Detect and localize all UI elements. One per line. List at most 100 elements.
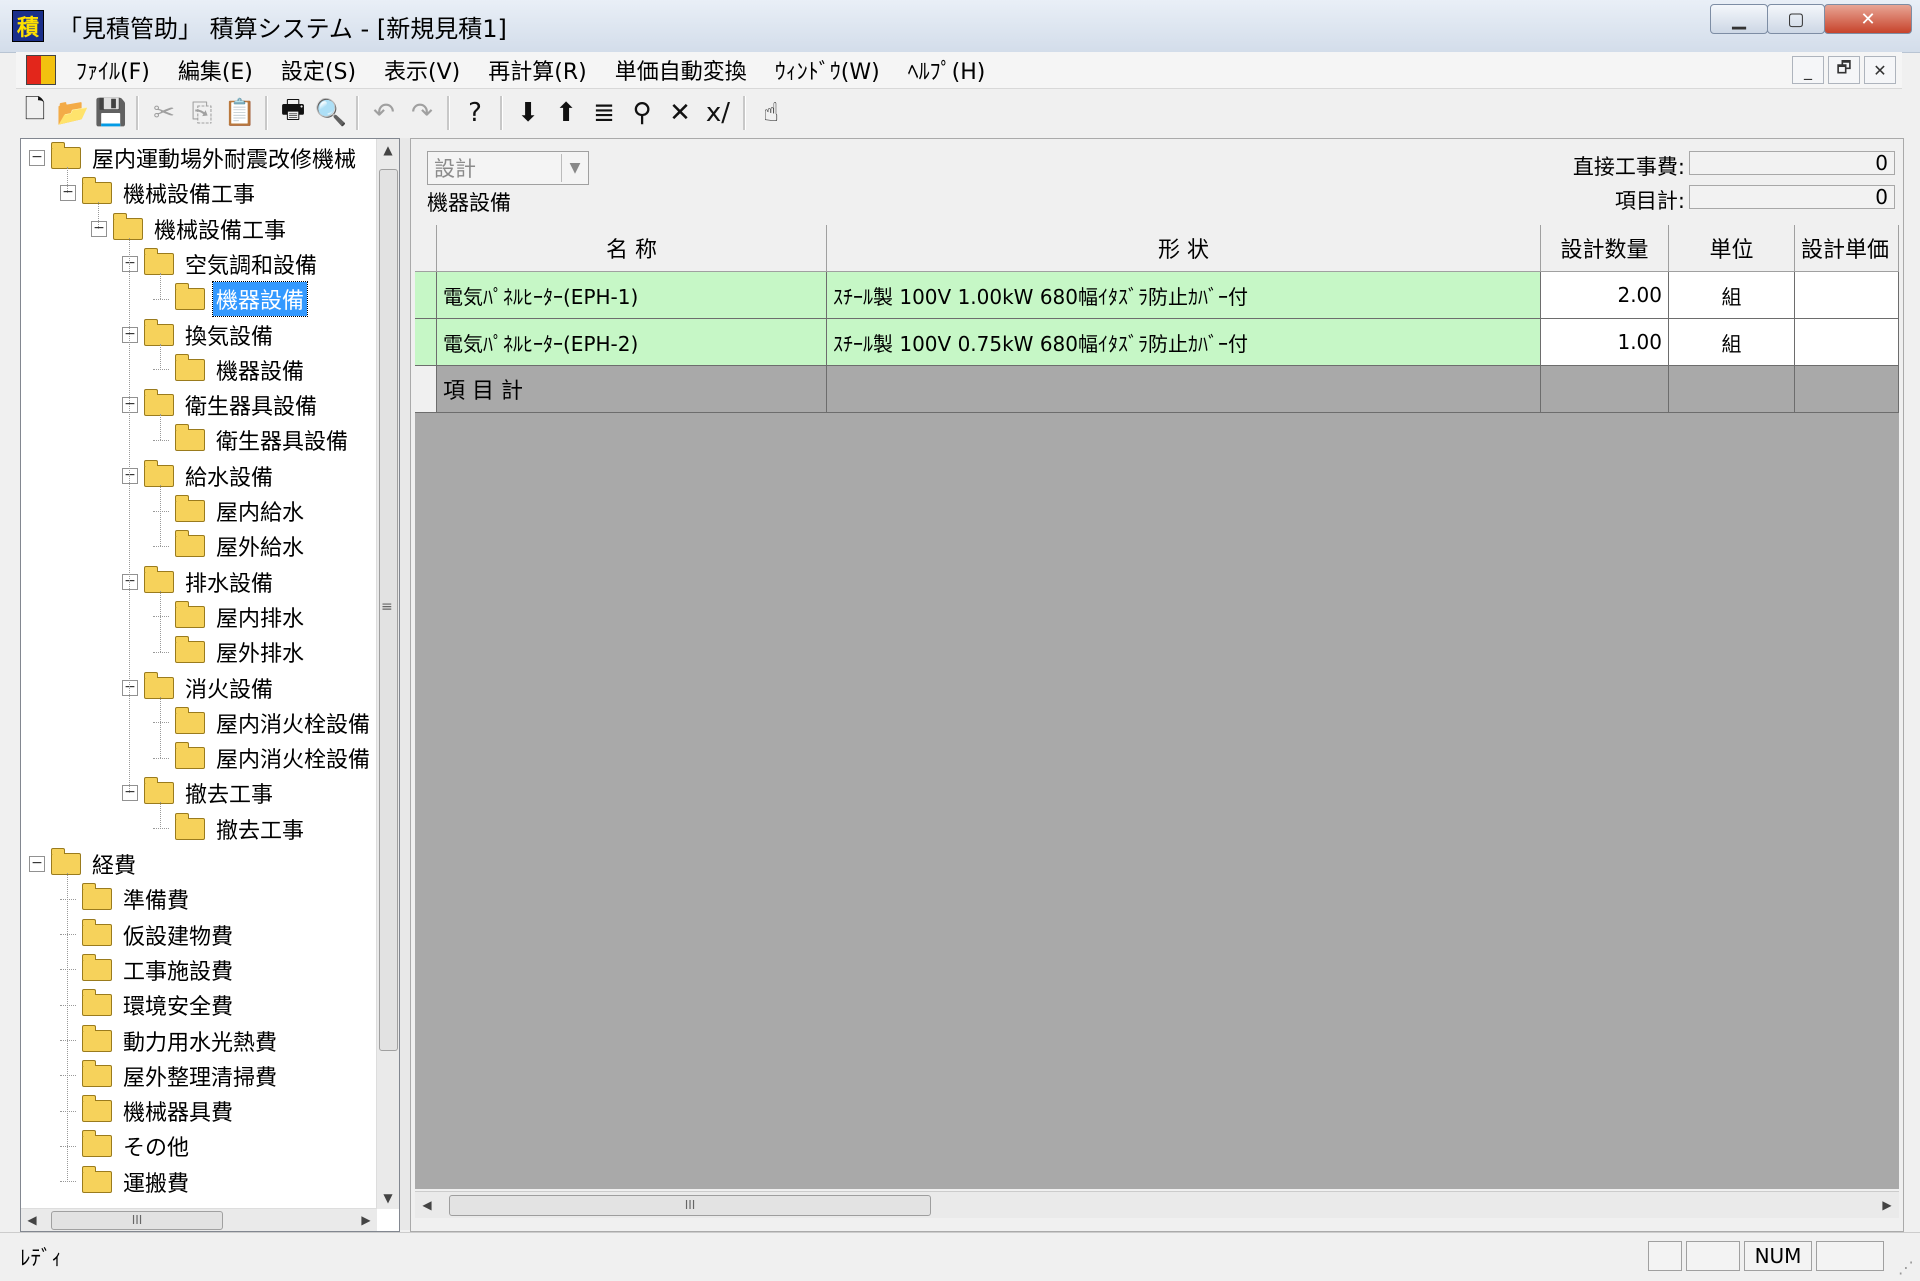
copy-icon[interactable]: ⎘ <box>183 94 221 132</box>
new-file-icon[interactable]: 🗋 <box>16 94 54 132</box>
close-button[interactable]: ✕ <box>1824 4 1912 34</box>
cell-shape[interactable]: ｽﾁｰﾙ製 100V 0.75kW 680幅ｲﾀｽﾞﾗ防止ｶﾊﾞｰ付 <box>827 319 1541 366</box>
menu-recalculate[interactable]: 再計算(R) <box>474 54 600 86</box>
column-header-shape[interactable]: 形 状 <box>827 225 1541 272</box>
cell-unit-price[interactable] <box>1795 319 1899 366</box>
collapse-icon[interactable]: − <box>29 856 45 872</box>
tree-node[interactable]: 機器設備 <box>153 281 309 318</box>
pointer-help-icon[interactable]: ☝ <box>752 94 790 132</box>
collapse-icon[interactable]: − <box>122 785 138 802</box>
cell-quantity[interactable]: 2.00 <box>1541 272 1669 319</box>
collapse-icon[interactable]: − <box>122 467 138 484</box>
mdi-close-button[interactable]: ✕ <box>1864 56 1896 84</box>
scroll-right-icon[interactable]: ▶ <box>355 1209 377 1231</box>
tree-node[interactable]: 屋内消火栓設備 <box>153 741 373 775</box>
tree-node[interactable]: 屋外排水 <box>153 635 307 669</box>
multiply-icon[interactable]: x/ <box>699 94 737 132</box>
tree-node[interactable]: − 経費 <box>29 847 139 881</box>
tree-node[interactable]: 仮設建物費 <box>60 918 236 952</box>
chevron-down-icon[interactable]: ▼ <box>561 154 588 182</box>
tree-node[interactable]: 屋内排水 <box>153 600 307 634</box>
tree-node[interactable]: − 機械設備工事 <box>91 212 289 246</box>
cell-quantity[interactable]: 1.00 <box>1541 319 1669 366</box>
scroll-down-icon[interactable]: ▼ <box>377 1187 399 1209</box>
tree-node[interactable]: − 換気設備 <box>122 318 276 352</box>
document-icon[interactable] <box>26 55 56 85</box>
app-icon[interactable]: 積 <box>12 10 44 42</box>
tree-node[interactable]: − 給水設備 <box>122 459 276 493</box>
scroll-left-icon[interactable]: ◀ <box>21 1209 43 1231</box>
mdi-minimize-button[interactable]: _ <box>1792 56 1824 84</box>
table-row[interactable]: 電気ﾊﾟﾈﾙﾋｰﾀｰ(EPH-2) ｽﾁｰﾙ製 100V 0.75kW 680幅… <box>415 319 1899 366</box>
collapse-icon[interactable]: − <box>122 573 138 590</box>
menu-help[interactable]: ﾍﾙﾌﾟ(H) <box>894 54 1000 86</box>
cut-icon[interactable]: ✂ <box>145 94 183 132</box>
scroll-thumb[interactable]: III <box>449 1195 931 1216</box>
cell-unit-price[interactable] <box>1795 272 1899 319</box>
column-header-unit-price[interactable]: 設計単価 <box>1795 225 1899 272</box>
tree-node[interactable]: − 屋内運動場外耐震改修機械 <box>29 141 359 175</box>
paste-icon[interactable]: 📋 <box>221 94 259 132</box>
tree-node[interactable]: − 機械設備工事 <box>60 176 258 210</box>
tree-node[interactable]: 機器設備 <box>153 353 307 387</box>
table-row[interactable]: 電気ﾊﾟﾈﾙﾋｰﾀｰ(EPH-1) ｽﾁｰﾙ製 100V 1.00kW 680幅… <box>415 272 1899 319</box>
cell-unit[interactable]: 組 <box>1669 319 1795 366</box>
pane-splitter[interactable] <box>400 138 410 1230</box>
tree-node[interactable]: 機械器具費 <box>60 1094 236 1128</box>
scroll-left-icon[interactable]: ◀ <box>415 1192 439 1218</box>
collapse-icon[interactable]: − <box>122 326 138 343</box>
collapse-icon[interactable]: − <box>29 150 45 166</box>
redo-icon[interactable]: ↷ <box>403 94 441 132</box>
move-down-icon[interactable]: ⬇ <box>509 94 547 132</box>
tree-node[interactable]: 屋内給水 <box>153 494 307 528</box>
find-icon[interactable]: ⚲ <box>623 94 661 132</box>
tree-node[interactable]: − 衛生器具設備 <box>122 388 320 422</box>
menu-window[interactable]: ｳｨﾝﾄﾞｳ(W) <box>761 54 894 86</box>
print-icon[interactable]: 🖶 <box>274 94 312 132</box>
grid-horizontal-scrollbar[interactable]: ◀ III ▶ <box>415 1191 1899 1218</box>
tree-node[interactable]: 準備費 <box>60 882 192 916</box>
undo-icon[interactable]: ↶ <box>365 94 403 132</box>
collapse-icon[interactable]: − <box>122 397 138 414</box>
tree-node[interactable]: その他 <box>60 1129 192 1163</box>
save-icon[interactable]: 💾 <box>92 94 130 132</box>
row-header[interactable] <box>415 319 437 366</box>
collapse-icon[interactable]: − <box>91 220 107 237</box>
tree-node[interactable]: 動力用水光熱費 <box>60 1024 280 1058</box>
mode-select[interactable]: 設計 ▼ <box>427 151 589 185</box>
menu-settings[interactable]: 設定(S) <box>267 54 370 86</box>
minimize-button[interactable]: ▁ <box>1710 4 1768 34</box>
tree-horizontal-scrollbar[interactable]: ◀ III ▶ <box>21 1208 377 1231</box>
collapse-icon[interactable]: − <box>122 255 138 272</box>
tree-node[interactable]: − 排水設備 <box>122 565 276 599</box>
menu-unit-price-convert[interactable]: 単価自動変換 <box>601 54 761 86</box>
menu-view[interactable]: 表示(V) <box>370 54 474 86</box>
column-header-unit[interactable]: 単位 <box>1669 225 1795 272</box>
tree-node[interactable]: 衛生器具設備 <box>153 423 351 457</box>
resize-grip-icon[interactable]: ⋰ <box>1898 1258 1914 1277</box>
tree-node[interactable]: 運搬費 <box>60 1165 192 1199</box>
tree-node[interactable]: − 消火設備 <box>122 671 276 705</box>
help-icon[interactable]: ? <box>456 94 494 132</box>
tree-node[interactable]: 屋外整理清掃費 <box>60 1059 280 1093</box>
tree-node[interactable]: 環境安全費 <box>60 988 236 1022</box>
row-header[interactable] <box>415 272 437 319</box>
collapse-icon[interactable]: − <box>122 679 138 696</box>
tree-node[interactable]: 撤去工事 <box>153 812 307 846</box>
tree-node[interactable]: − 撤去工事 <box>122 776 276 810</box>
delete-icon[interactable]: ✕ <box>661 94 699 132</box>
tree-node[interactable]: 工事施設費 <box>60 953 236 987</box>
tree-vertical-scrollbar[interactable]: ▲ ≡ ▼ <box>376 139 399 1209</box>
cell-unit[interactable]: 組 <box>1669 272 1795 319</box>
scroll-up-icon[interactable]: ▲ <box>377 139 399 161</box>
cell-shape[interactable]: ｽﾁｰﾙ製 100V 1.00kW 680幅ｲﾀｽﾞﾗ防止ｶﾊﾞｰ付 <box>827 272 1541 319</box>
tree-node[interactable]: 屋外給水 <box>153 529 307 563</box>
scroll-right-icon[interactable]: ▶ <box>1875 1192 1899 1218</box>
scroll-thumb[interactable]: III <box>51 1211 223 1230</box>
menu-edit[interactable]: 編集(E) <box>164 54 267 86</box>
menu-file[interactable]: ﾌｧｲﾙ(F) <box>62 54 164 86</box>
collapse-icon[interactable]: − <box>60 185 76 202</box>
list-icon[interactable]: ≣ <box>585 94 623 132</box>
mdi-restore-button[interactable]: 🗗 <box>1828 56 1860 84</box>
move-up-icon[interactable]: ⬆ <box>547 94 585 132</box>
